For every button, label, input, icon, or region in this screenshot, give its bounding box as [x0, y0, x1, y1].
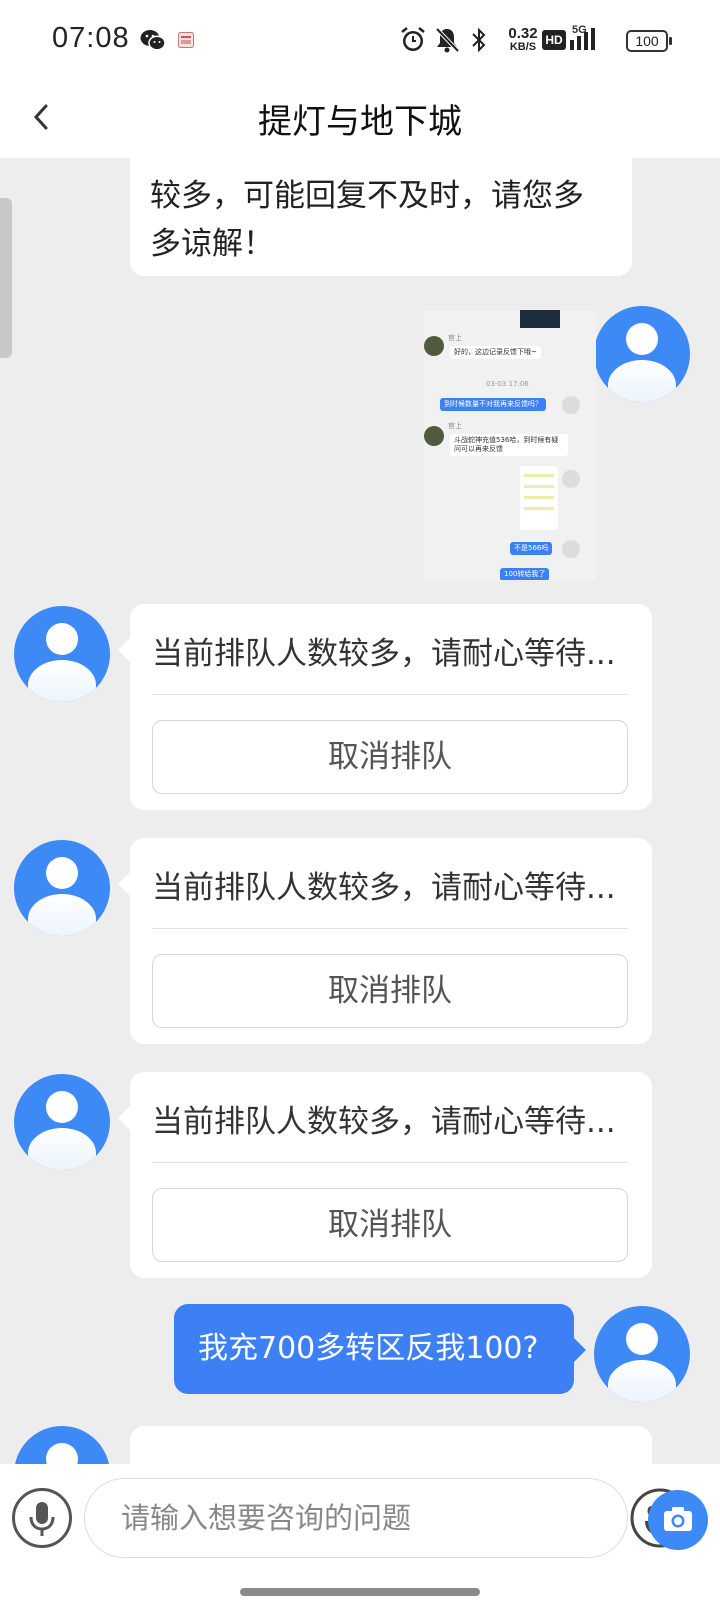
- signal-icon: 5G: [566, 24, 600, 56]
- image-header-block: [520, 310, 560, 328]
- agent-avatar[interactable]: [14, 606, 110, 702]
- battery-icon: 100: [626, 30, 672, 52]
- user-avatar[interactable]: [594, 306, 690, 402]
- status-bar: 07:08 0.32 KB/S HD 5G 100: [0, 0, 720, 80]
- cancel-queue-button[interactable]: 取消排队: [152, 720, 628, 794]
- divider: [152, 694, 628, 695]
- message-input[interactable]: [121, 1497, 541, 1539]
- net-speed-value: 0.32: [508, 25, 538, 42]
- agent-avatar[interactable]: [14, 840, 110, 936]
- bluetooth-icon: [470, 26, 488, 58]
- chat-messages[interactable]: 较多，可能回复不及时，请您多 多谅解！ 官上 好的，这边记录反馈下哦~ 03-0…: [0, 158, 720, 1464]
- wechat-icon: [140, 28, 166, 56]
- queue-status-text: 当前排队人数较多，请耐心等待...: [152, 870, 616, 906]
- network-speed: 0.32 KB/S: [506, 26, 540, 53]
- microphone-icon: [29, 1502, 55, 1536]
- message-input-field[interactable]: [84, 1478, 690, 1558]
- mini-avatar-icon: [424, 426, 444, 446]
- queue-message-card: [130, 1426, 652, 1464]
- mini-user-2: 不是566吗: [510, 542, 553, 555]
- queue-status-text: 当前排队人数较多，请耐心等待...: [152, 1104, 616, 1140]
- scrollbar[interactable]: [0, 198, 12, 358]
- user-avatar[interactable]: [594, 1306, 690, 1402]
- cancel-queue-button[interactable]: 取消排队: [152, 1188, 628, 1262]
- divider: [152, 928, 628, 929]
- network-type: 5G: [572, 24, 587, 36]
- agent-avatar[interactable]: [14, 1426, 110, 1464]
- agent-message-line-2: 多谅解！: [150, 226, 274, 262]
- mini-user-3: 100转给我了: [500, 568, 550, 580]
- status-time: 07:08: [52, 22, 130, 54]
- screenshot-image[interactable]: 官上 好的，这边记录反馈下哦~ 03-03 17:06 到时候数量不对我再来反馈…: [424, 310, 596, 580]
- agent-avatar[interactable]: [14, 1074, 110, 1170]
- queue-status-text: 当前排队人数较多，请耐心等待...: [152, 636, 616, 672]
- agent-message-bubble: 较多，可能回复不及时，请您多 多谅解！: [130, 158, 632, 276]
- cancel-queue-button[interactable]: 取消排队: [152, 954, 628, 1028]
- mute-icon: [434, 26, 460, 58]
- camera-icon: [664, 1507, 692, 1531]
- queue-message-card: 当前排队人数较多，请耐心等待... 取消排队: [118, 838, 652, 1044]
- mini-sender-2: 官上: [448, 422, 462, 430]
- app-notification-icon: [178, 32, 194, 52]
- mini-avatar-icon: [562, 540, 580, 558]
- input-bar: [0, 1464, 720, 1608]
- divider: [152, 1162, 628, 1163]
- mini-avatar-icon: [424, 336, 444, 356]
- mini-reply-1: 好的，这边记录反馈下哦~: [450, 346, 541, 359]
- net-speed-unit: KB/S: [509, 41, 537, 53]
- queue-message-card: 当前排队人数较多，请耐心等待... 取消排队: [118, 604, 652, 810]
- mini-user-1: 到时候数量不对我再来反馈吗？: [440, 398, 546, 411]
- mini-list-image: [520, 466, 558, 530]
- voice-input-button[interactable]: [12, 1488, 72, 1548]
- agent-message-line-1: 较多，可能回复不及时，请您多: [150, 178, 584, 214]
- page-title: 提灯与地下城: [258, 102, 462, 142]
- mini-avatar-icon: [562, 396, 580, 414]
- hd-icon: HD: [542, 30, 566, 50]
- mini-sender: 官上: [448, 334, 462, 342]
- camera-button[interactable]: [648, 1490, 708, 1550]
- queue-message-card: 当前排队人数较多，请耐心等待... 取消排队: [118, 1072, 652, 1278]
- mini-timestamp: 03-03 17:06: [486, 380, 529, 388]
- mini-reply-2: 斗战蛇神充值536哈，到时候有疑问可以再来反馈: [450, 434, 568, 456]
- home-indicator[interactable]: [240, 1588, 480, 1596]
- user-message-bubble: 我充700多转区反我100?: [174, 1304, 586, 1394]
- mini-avatar-icon: [562, 470, 580, 488]
- alarm-icon: [400, 26, 426, 58]
- header: 提灯与地下城: [0, 80, 720, 158]
